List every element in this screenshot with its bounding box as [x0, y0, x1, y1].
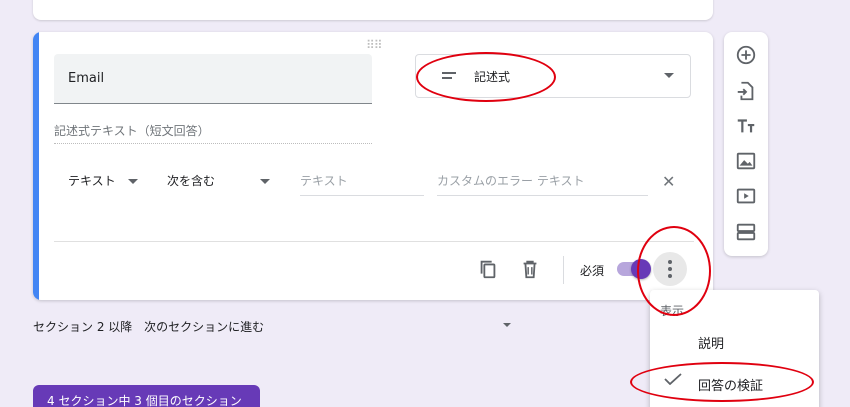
- validation-condition-value: 次を含む: [167, 174, 216, 188]
- after-section-dropdown[interactable]: セクション 2 以降 次のセクションに進む: [33, 318, 515, 338]
- question-card[interactable]: ⠿⠿ Email 記述式 記述式テキスト（短文回答） テキスト 次を含む テキス…: [33, 32, 713, 300]
- add-section-icon[interactable]: [735, 221, 757, 243]
- validation-type-value: テキスト: [68, 174, 116, 188]
- menu-header: 表示: [660, 304, 685, 318]
- delete-icon[interactable]: [519, 258, 541, 280]
- toggle-knob: [631, 259, 651, 279]
- dropdown-arrow-icon: [503, 323, 511, 327]
- more-options-menu: 表示 説明 回答の検証: [650, 290, 819, 407]
- footer-divider: [54, 241, 694, 242]
- menu-item-response-validation[interactable]: 回答の検証: [698, 375, 763, 394]
- after-section-value: 次のセクションに進む: [144, 320, 265, 334]
- add-image-icon[interactable]: [735, 150, 757, 172]
- custom-error-input[interactable]: カスタムのエラー テキスト: [437, 172, 648, 196]
- dropdown-arrow-icon: [260, 179, 270, 184]
- close-icon[interactable]: ✕: [662, 172, 675, 191]
- active-card-indicator: [33, 32, 39, 300]
- duplicate-icon[interactable]: [477, 258, 499, 280]
- add-video-icon[interactable]: [735, 185, 757, 207]
- short-answer-icon: [442, 72, 456, 82]
- import-questions-icon[interactable]: [735, 80, 757, 102]
- footer-separator: [563, 256, 564, 284]
- add-question-icon[interactable]: [735, 44, 757, 66]
- question-title-value: Email: [68, 71, 105, 86]
- validation-type-select[interactable]: テキスト: [68, 172, 143, 196]
- section-badge: 4 セクション中 3 個目のセクション: [33, 385, 260, 407]
- previous-question-card: [33, 0, 713, 20]
- required-label: 必須: [580, 264, 605, 278]
- question-type-dropdown[interactable]: 記述式: [415, 54, 691, 98]
- dropdown-arrow-icon: [128, 179, 138, 184]
- after-section-label: セクション 2 以降: [33, 320, 133, 334]
- menu-item-description[interactable]: 説明: [698, 333, 724, 352]
- add-title-icon[interactable]: [735, 115, 757, 137]
- more-options-button[interactable]: [653, 252, 687, 286]
- required-toggle[interactable]: [617, 259, 651, 279]
- validation-text-placeholder: テキスト: [300, 174, 348, 188]
- dropdown-arrow-icon: [664, 73, 674, 78]
- question-type-label: 記述式: [474, 70, 511, 84]
- side-toolbar: [724, 32, 768, 256]
- response-validation-row: テキスト 次を含む テキスト カスタムのエラー テキスト ✕: [54, 172, 694, 202]
- answer-placeholder: 記述式テキスト（短文回答）: [54, 122, 372, 144]
- custom-error-placeholder: カスタムのエラー テキスト: [437, 174, 585, 188]
- check-icon: [664, 373, 682, 385]
- validation-condition-select[interactable]: 次を含む: [167, 172, 277, 196]
- validation-text-input[interactable]: テキスト: [300, 172, 424, 196]
- drag-handle-icon[interactable]: ⠿⠿: [366, 38, 383, 52]
- question-title-input[interactable]: Email: [54, 54, 372, 104]
